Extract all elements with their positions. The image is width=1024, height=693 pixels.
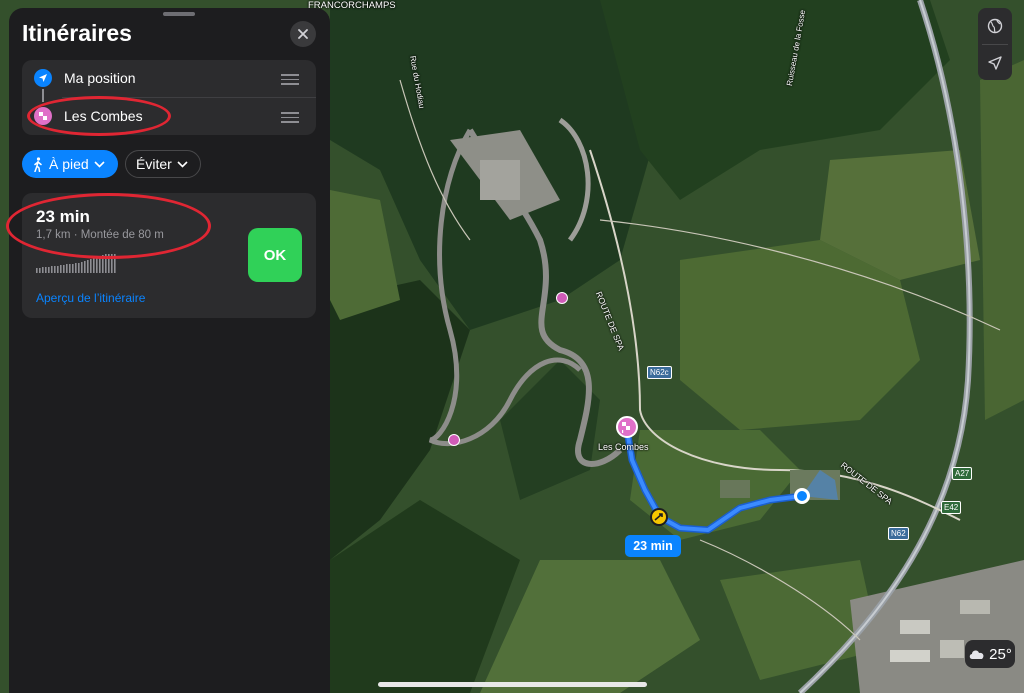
transport-mode-button[interactable]: À pied xyxy=(22,150,118,178)
destination-pin[interactable] xyxy=(616,416,638,438)
location-arrow-icon xyxy=(39,74,47,82)
cloud-icon xyxy=(969,650,984,659)
reorder-handle-icon[interactable] xyxy=(281,112,299,126)
transport-mode-label: À pied xyxy=(49,156,89,172)
stop-origin-label: Ma position xyxy=(64,70,136,86)
panel-grabber[interactable] xyxy=(163,12,195,16)
home-indicator[interactable] xyxy=(378,682,647,687)
map-label-les-combes: Les Combes xyxy=(598,442,649,452)
map-controls xyxy=(978,8,1012,80)
route-overview-link[interactable]: Aperçu de l’itinéraire xyxy=(36,291,145,305)
road-shield-n62: N62 xyxy=(888,527,909,540)
go-button[interactable]: OK xyxy=(248,228,302,282)
road-shield-n62c: N62c xyxy=(647,366,672,379)
location-arrow-icon xyxy=(988,55,1002,70)
poi-circuit-pin-2[interactable] xyxy=(448,434,460,446)
uphill-marker xyxy=(650,508,668,526)
panel-title: Itinéraires xyxy=(22,20,132,46)
reorder-handle-icon[interactable] xyxy=(281,74,299,88)
racing-flag-icon xyxy=(622,422,630,433)
weather-widget: 25° xyxy=(965,640,1015,668)
map-mode-button[interactable] xyxy=(978,8,1012,44)
locate-me-button[interactable] xyxy=(978,45,1012,80)
current-location-dot[interactable] xyxy=(794,488,810,504)
avoid-label: Éviter xyxy=(136,156,172,172)
road-shield-a27: A27 xyxy=(952,467,973,480)
walking-person-icon xyxy=(34,156,42,172)
incline-icon xyxy=(654,513,663,521)
annotation-ellipse-destination xyxy=(27,96,171,136)
poi-circuit-pin[interactable] xyxy=(556,292,568,304)
close-icon xyxy=(298,29,308,39)
route-duration-badge[interactable]: 23 min xyxy=(625,535,681,557)
avoid-options-button[interactable]: Éviter xyxy=(125,150,201,178)
road-shield-e42: E42 xyxy=(941,501,962,514)
chevron-down-icon xyxy=(94,160,105,168)
origin-marker xyxy=(34,69,52,87)
temperature: 25° xyxy=(989,645,1012,663)
close-button[interactable] xyxy=(290,21,316,47)
stop-origin[interactable]: Ma position xyxy=(22,60,316,97)
globe-icon xyxy=(987,18,1003,34)
chevron-down-icon xyxy=(177,160,188,168)
annotation-ellipse-duration xyxy=(6,193,211,259)
